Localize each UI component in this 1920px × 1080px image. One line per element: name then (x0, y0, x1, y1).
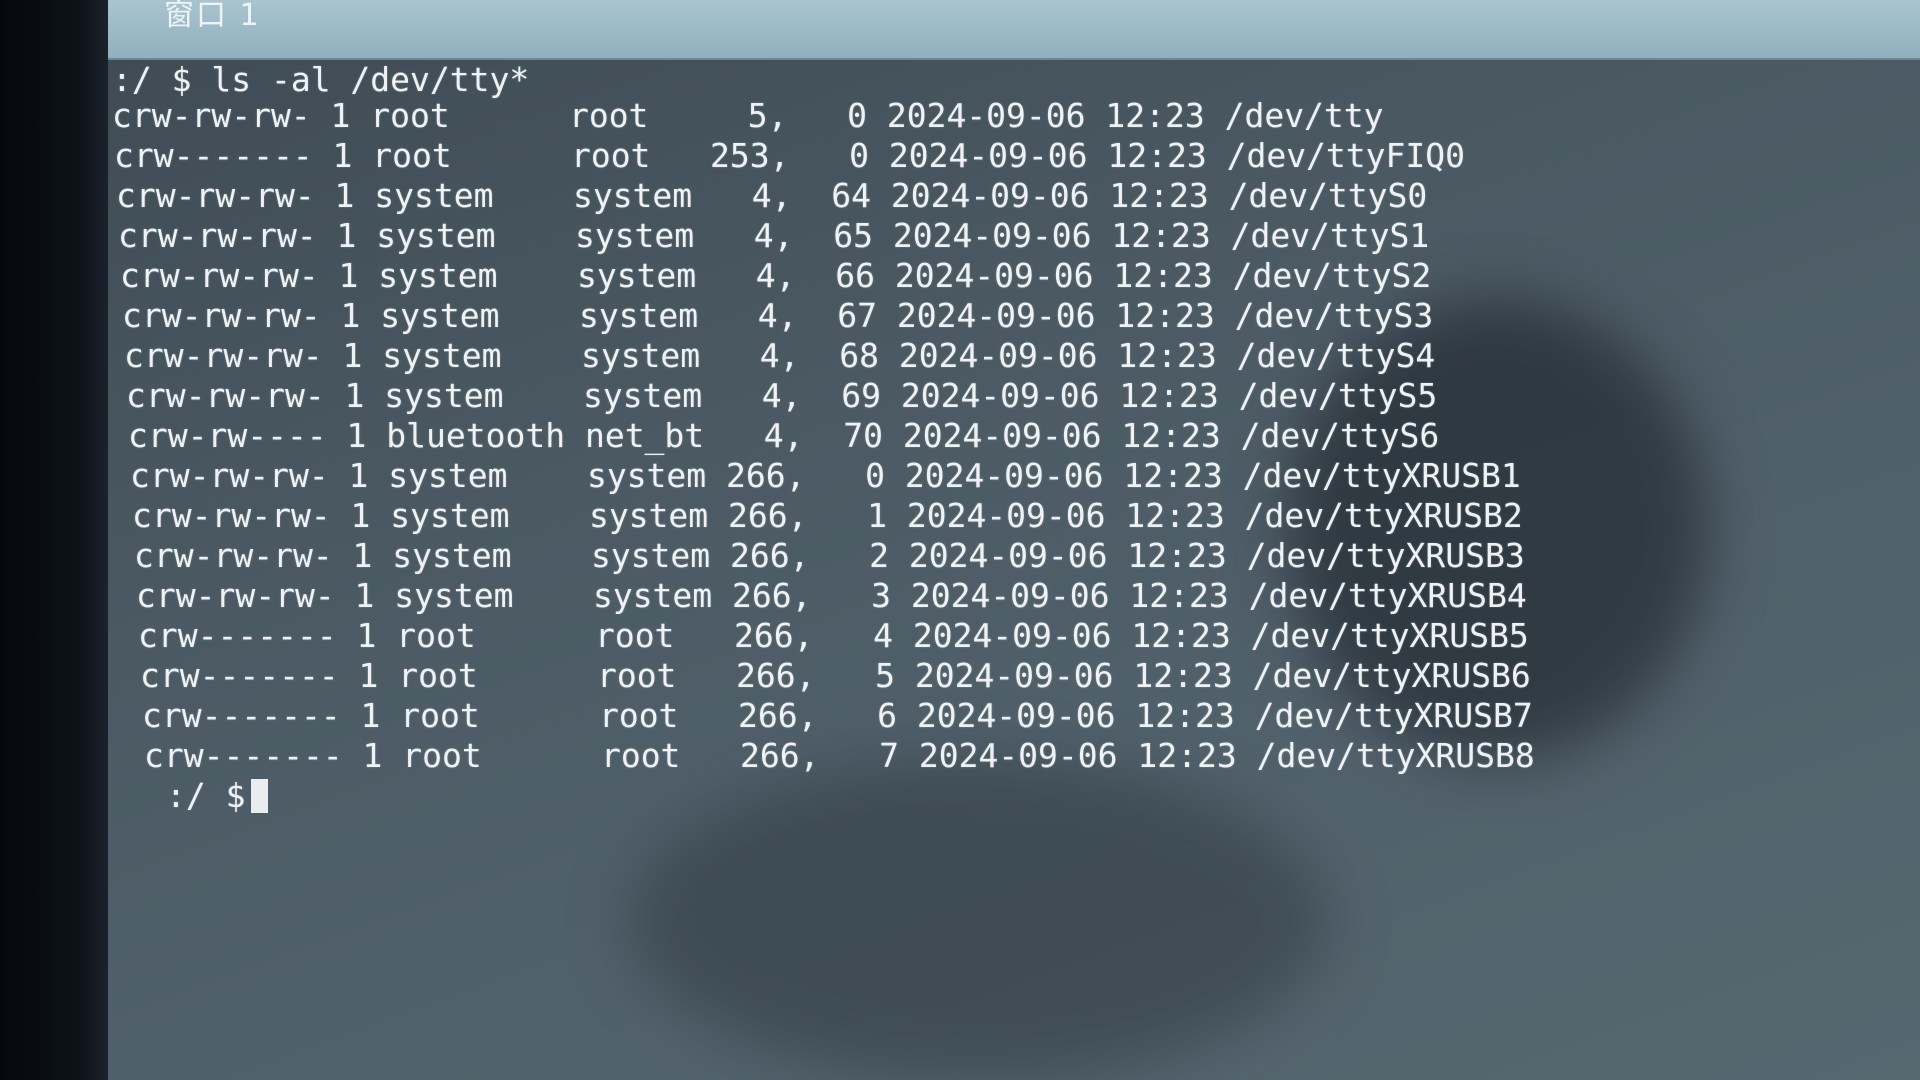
listing-row: crw-rw-rw- 1 system system 266, 2 2024-0… (134, 536, 1525, 575)
listing-row: crw-rw-rw- 1 root root 5, 0 2024-09-06 1… (112, 96, 1384, 135)
terminal-output: :/ $ ls -al /dev/tty* crw-rw-rw- 1 root … (108, 60, 1535, 815)
listing-row: crw------- 1 root root 253, 0 2024-09-06… (114, 136, 1466, 175)
listing-row: crw-rw-rw- 1 system system 4, 68 2024-09… (124, 336, 1436, 375)
listing-row: crw-rw---- 1 bluetooth net_bt 4, 70 2024… (128, 416, 1440, 455)
prompt: :/ $ (166, 776, 246, 815)
monitor-bezel (0, 0, 110, 1080)
listing-row: crw-rw-rw- 1 system system 4, 65 2024-09… (118, 216, 1430, 255)
text-cursor (251, 779, 269, 813)
listing-row: crw-rw-rw- 1 system system 4, 69 2024-09… (126, 376, 1438, 415)
window-title-bar: 窗口 1 (108, 0, 1920, 60)
listing-row: crw-rw-rw- 1 system system 266, 1 2024-0… (132, 496, 1523, 535)
prompt-line[interactable]: :/ $ (166, 776, 269, 816)
listing-row: crw-rw-rw- 1 system system 4, 66 2024-09… (120, 256, 1432, 295)
terminal-window[interactable]: :/ $ ls -al /dev/tty* crw-rw-rw- 1 root … (108, 60, 1920, 1080)
listing-row: crw------- 1 root root 266, 7 2024-09-06… (144, 736, 1535, 775)
reflection-shadow (628, 760, 1328, 1080)
listing-row: crw------- 1 root root 266, 6 2024-09-06… (142, 696, 1533, 735)
listing-row: crw-rw-rw- 1 system system 4, 64 2024-09… (116, 176, 1428, 215)
command-line: :/ $ ls -al /dev/tty* (112, 60, 529, 100)
listing-row: crw-rw-rw- 1 system system 266, 3 2024-0… (136, 576, 1527, 615)
photo-frame: 窗口 1 :/ $ ls -al /dev/tty* crw-rw-rw- 1 … (0, 0, 1920, 1080)
listing-row: crw-rw-rw- 1 system system 4, 67 2024-09… (122, 296, 1434, 335)
monitor-screen: 窗口 1 :/ $ ls -al /dev/tty* crw-rw-rw- 1 … (108, 0, 1920, 1080)
listing-row: crw-rw-rw- 1 system system 266, 0 2024-0… (130, 456, 1521, 495)
prompt: :/ $ (112, 60, 192, 99)
listing-row: crw------- 1 root root 266, 4 2024-09-06… (138, 616, 1529, 655)
listing-row: crw------- 1 root root 266, 5 2024-09-06… (140, 656, 1531, 695)
window-title: 窗口 1 (164, 0, 261, 33)
command-text: ls -al /dev/tty* (211, 60, 530, 99)
